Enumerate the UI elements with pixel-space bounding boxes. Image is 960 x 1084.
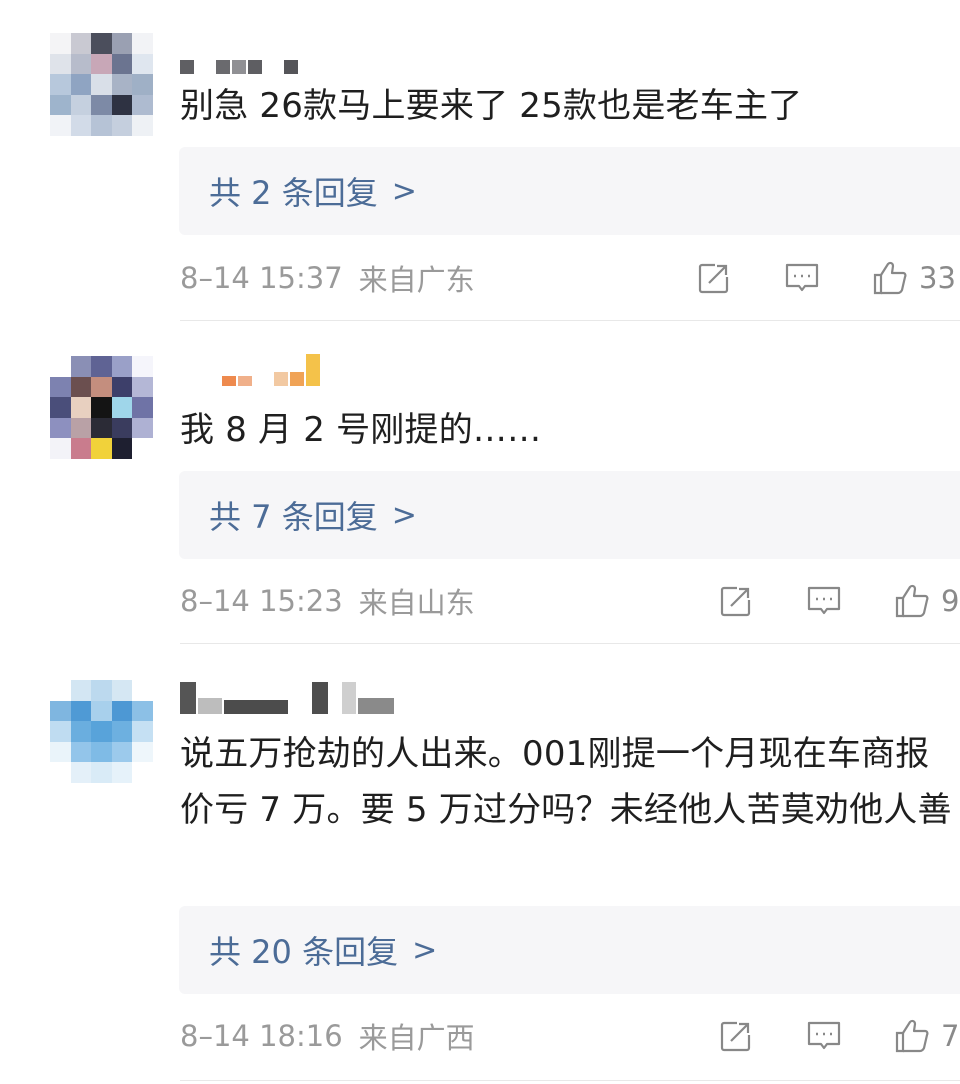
username-pixelated[interactable] <box>180 352 322 386</box>
comment-text: 我 8 月 2 号刚提的…… <box>180 410 542 450</box>
chevron-right-icon: > <box>391 173 417 209</box>
comment-meta: 8–14 15:37 来自广东 33 <box>180 256 960 300</box>
comment-timestamp: 8–14 15:37 <box>180 261 343 295</box>
comment-location: 来自广西 <box>358 1021 475 1055</box>
divider <box>180 643 960 644</box>
comment-icon[interactable] <box>805 1017 843 1055</box>
view-replies-button[interactable]: 共 7 条回复 > <box>179 471 960 559</box>
share-icon[interactable] <box>695 259 733 297</box>
like-button[interactable]: 33 <box>871 259 956 297</box>
comment-item: 我 8 月 2 号刚提的…… 共 7 条回复 > 8–14 15:23 来自山东… <box>0 330 960 650</box>
comment-meta: 8–14 18:16 来自广西 7 <box>180 1014 960 1058</box>
like-count: 9 <box>941 584 960 618</box>
share-icon[interactable] <box>717 582 755 620</box>
avatar[interactable] <box>50 356 153 459</box>
comment-location: 来自山东 <box>358 586 475 620</box>
like-button[interactable]: 9 <box>893 582 959 620</box>
thumbs-up-icon <box>895 584 929 618</box>
thumbs-up-icon <box>895 1019 929 1053</box>
share-icon[interactable] <box>717 1017 755 1055</box>
divider <box>180 320 960 321</box>
comment-icon[interactable] <box>805 582 843 620</box>
comment-timestamp: 8–14 15:23 <box>180 584 343 618</box>
reply-count-label: 共 2 条回复 <box>209 174 378 212</box>
comment-text: 别急 26款马上要来了 25款也是老车主了 <box>180 86 803 126</box>
comment-text: 说五万抢劫的人出来。001刚提一个月现在车商报价亏 7 万。要 5 万过分吗？未… <box>180 734 952 830</box>
comment-icon[interactable] <box>783 259 821 297</box>
comment-actions: 9 <box>717 579 959 623</box>
comment-actions: 7 <box>717 1014 959 1058</box>
comment-timestamp: 8–14 18:16 <box>180 1019 343 1053</box>
comment-location: 来自广东 <box>358 263 475 297</box>
reply-count-label: 共 20 条回复 <box>209 933 399 971</box>
view-replies-button[interactable]: 共 2 条回复 > <box>179 147 960 235</box>
reply-count-label: 共 7 条回复 <box>209 498 378 536</box>
avatar[interactable] <box>50 680 153 783</box>
comment-actions: 33 <box>695 256 956 300</box>
username-pixelated[interactable] <box>180 40 300 74</box>
divider <box>180 1080 960 1081</box>
view-replies-button[interactable]: 共 20 条回复 > <box>179 906 960 994</box>
comment-meta: 8–14 15:23 来自山东 9 <box>180 579 960 623</box>
like-count: 7 <box>941 1019 960 1053</box>
avatar[interactable] <box>50 33 153 136</box>
chevron-right-icon: > <box>391 497 417 533</box>
thumbs-up-icon <box>873 261 907 295</box>
comment-item: 说五万抢劫的人出来。001刚提一个月现在车商报价亏 7 万。要 5 万过分吗？未… <box>0 650 960 1084</box>
like-button[interactable]: 7 <box>893 1017 959 1055</box>
username-pixelated[interactable] <box>180 680 396 714</box>
comment-item: 别急 26款马上要来了 25款也是老车主了 共 2 条回复 > 8–14 15:… <box>0 0 960 330</box>
like-count: 33 <box>919 261 956 295</box>
chevron-right-icon: > <box>412 932 438 968</box>
